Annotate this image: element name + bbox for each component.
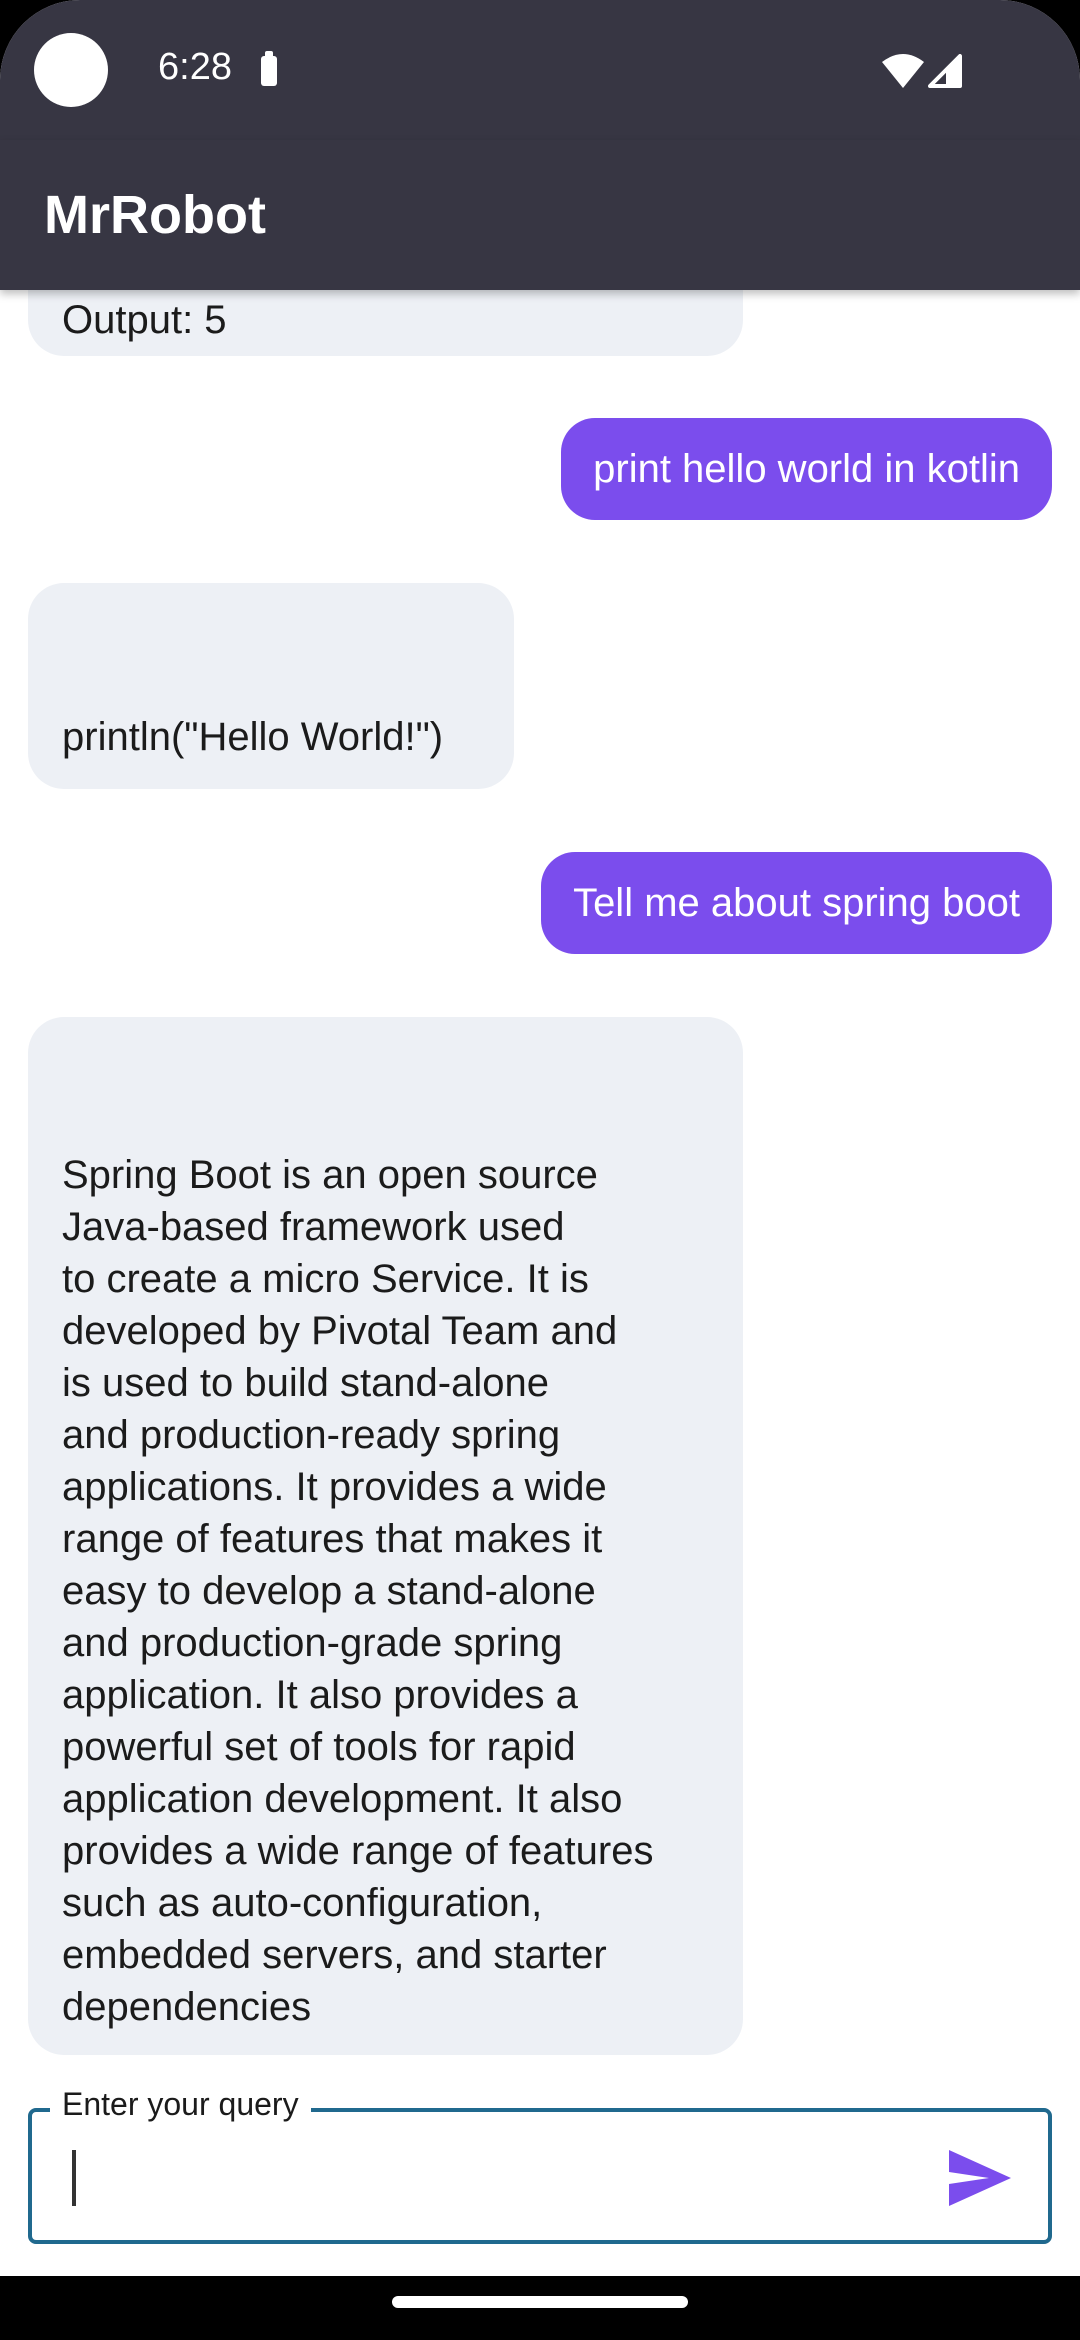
wifi-icon — [882, 54, 924, 88]
home-gesture-handle[interactable] — [392, 2296, 688, 2308]
query-input-field[interactable]: Enter your query — [28, 2084, 1052, 2244]
chat-list[interactable]: Output: 5 print hello world in kotlin pr… — [0, 290, 1080, 2058]
send-icon[interactable] — [947, 2148, 1013, 2208]
message-text: Output: 5 — [62, 298, 227, 342]
user-message: Tell me about spring boot — [541, 852, 1052, 954]
signal-icon — [928, 54, 962, 88]
navigation-bar — [0, 2276, 1080, 2340]
bot-message: println("Hello World!") — [28, 583, 514, 789]
message-text: Spring Boot is an open source Java-based… — [62, 1153, 654, 2029]
bot-message: Output: 5 — [28, 290, 743, 356]
app-title: MrRobot — [44, 185, 266, 245]
status-bar: 6:28 — [0, 0, 1080, 140]
app-screen: 6:28 MrRobot Output: 5 print hello world… — [0, 0, 1080, 2340]
status-time: 6:28 — [158, 46, 232, 88]
message-text: println("Hello World!") — [62, 715, 444, 759]
query-input-label: Enter your query — [50, 2084, 311, 2124]
text-cursor — [72, 2150, 76, 2206]
battery-icon — [261, 51, 277, 86]
bot-message: Spring Boot is an open source Java-based… — [28, 1017, 743, 2055]
camera-cutout — [34, 33, 108, 107]
user-message: print hello world in kotlin — [561, 418, 1052, 520]
app-bar: MrRobot — [0, 140, 1080, 290]
